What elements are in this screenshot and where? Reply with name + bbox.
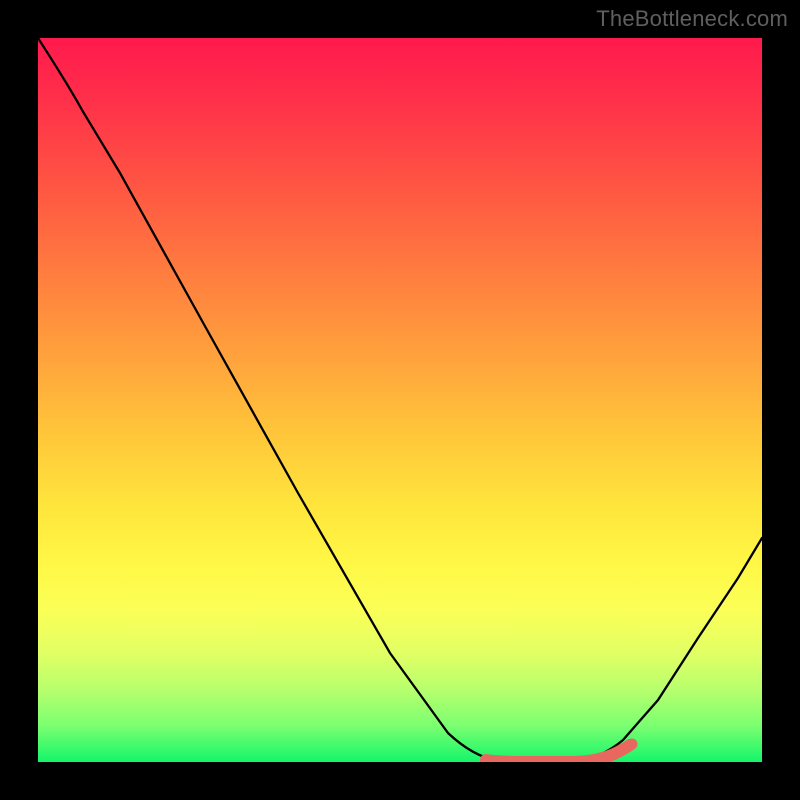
watermark-text: TheBottleneck.com — [596, 6, 788, 32]
optimum-end-dot — [627, 739, 638, 750]
plot-area — [38, 38, 762, 762]
optimum-band — [486, 745, 630, 762]
bottleneck-curve — [38, 38, 762, 762]
curve-path — [38, 38, 762, 762]
chart-frame: TheBottleneck.com — [0, 0, 800, 800]
